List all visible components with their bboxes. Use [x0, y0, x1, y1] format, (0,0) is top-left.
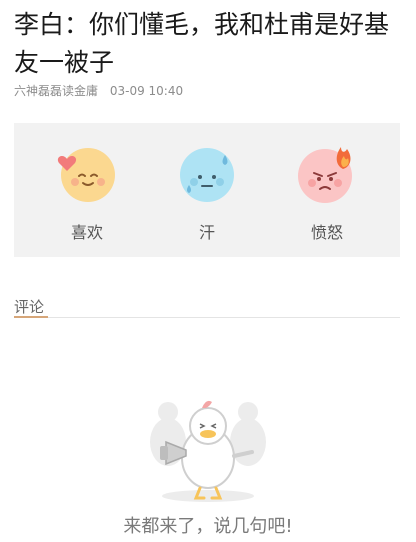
reaction-label: 汗	[198, 223, 215, 242]
empty-comments-text: 来都来了，说几句吧!	[123, 516, 293, 537]
publish-date: 03-09 10:40	[109, 84, 184, 98]
reaction-label: 愤怒	[310, 223, 343, 242]
reaction-panel: 喜欢 汗 愤怒	[14, 123, 400, 257]
heart-face-icon	[57, 148, 115, 202]
article-meta: 六神磊磊读金庸 03-09 10:40	[14, 82, 183, 99]
angry-face-icon	[298, 147, 352, 203]
sweat-face-icon	[180, 148, 234, 202]
article-title: 李白：你们懂毛，我和杜甫是好基友一被子	[14, 10, 390, 77]
tab-active-indicator	[14, 316, 48, 318]
reaction-angry-button[interactable]: 愤怒	[287, 141, 367, 243]
tab-divider	[14, 317, 400, 318]
reaction-like-button[interactable]: 喜欢	[47, 141, 127, 243]
author-name[interactable]: 六神磊磊读金庸	[14, 84, 98, 98]
tab-comments[interactable]: 评论	[14, 296, 44, 317]
reaction-sweat-button[interactable]: 汗	[167, 141, 247, 243]
reaction-label: 喜欢	[70, 223, 103, 242]
empty-comments-illustration	[150, 400, 266, 502]
